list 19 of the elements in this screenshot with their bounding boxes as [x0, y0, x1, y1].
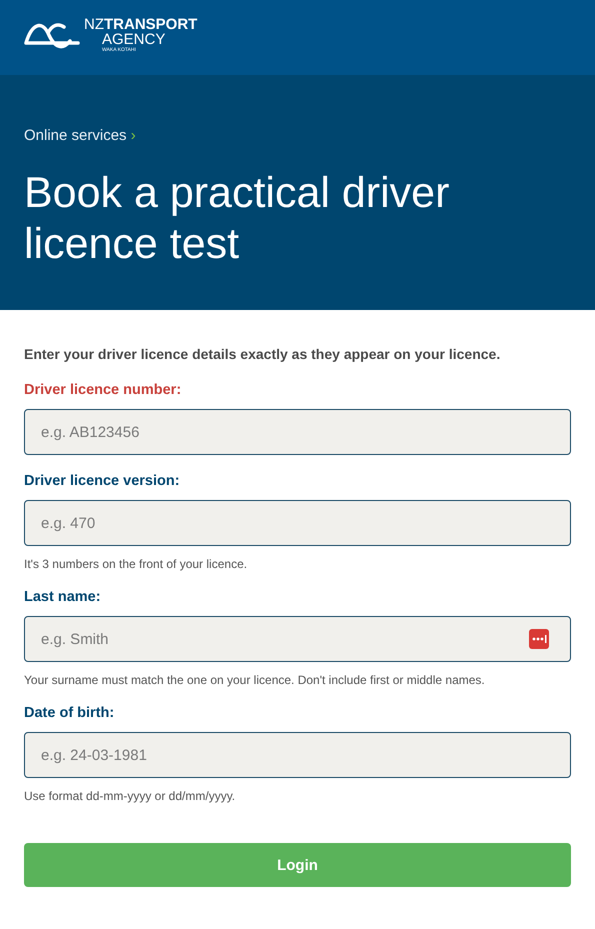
intro-text: Enter your driver licence details exactly as they appear on your licence.	[24, 346, 502, 362]
input-field[interactable]: e.g. Smith	[24, 616, 571, 662]
breadcrumb-link[interactable]: Online services	[24, 127, 127, 144]
page-title: Book a practical driver licence test	[24, 168, 450, 270]
input-field[interactable]: e.g. 470	[24, 500, 571, 546]
field-label: Driver licence number:	[24, 382, 182, 398]
field-hint: Your surname must match the one on your licence. Don't include first or middle names.	[24, 673, 486, 687]
input-field[interactable]: e.g. 24-03-1981	[24, 732, 571, 778]
breadcrumb-separator: ›	[130, 127, 136, 144]
field-label: Driver licence version:	[24, 473, 181, 489]
input-field[interactable]: e.g. AB123456	[24, 409, 571, 455]
password-manager-icon[interactable]	[529, 629, 549, 649]
field-hint: It's 3 numbers on the front of your licence.	[24, 557, 248, 571]
logo-prefix: NZ	[84, 16, 104, 33]
field-label: Last name:	[24, 589, 102, 605]
field-hint: Use format dd-mm-yyyy or dd/mm/yyyy.	[24, 789, 236, 803]
logo-name: TRANSPORT	[104, 16, 198, 33]
logo-subtitle: AGENCY	[101, 32, 166, 47]
field-label: Date of birth:	[24, 705, 116, 721]
